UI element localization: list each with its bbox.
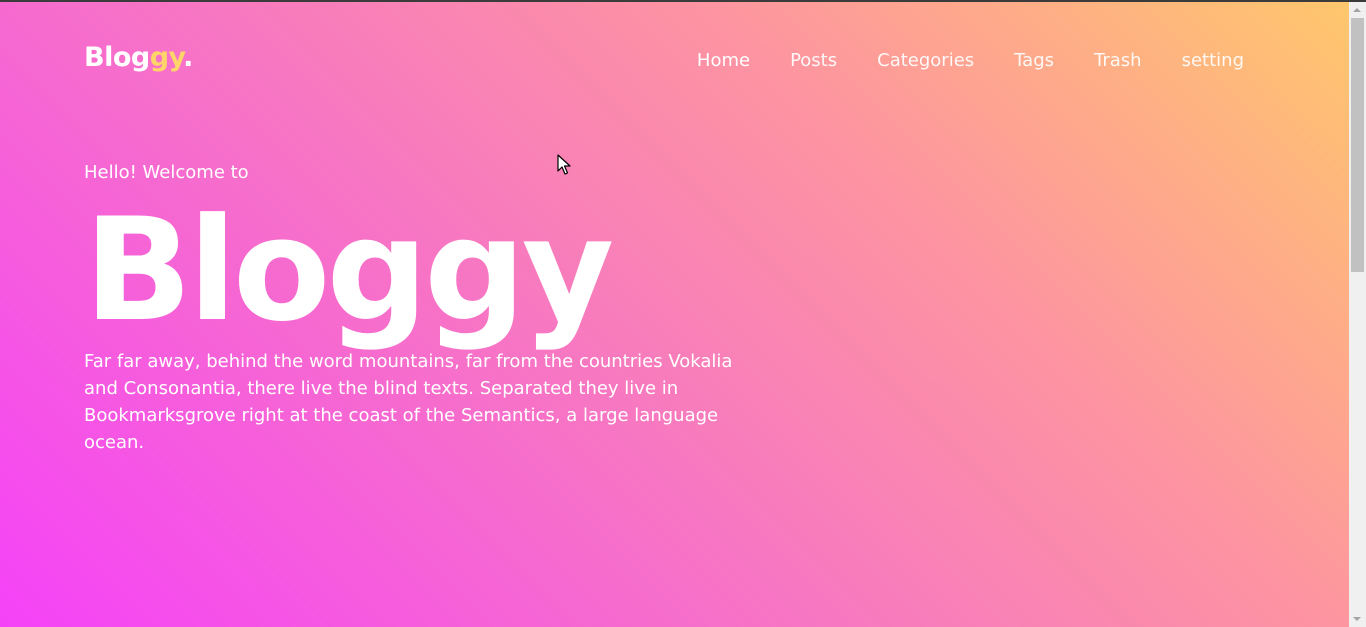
scroll-up-arrow-icon[interactable] xyxy=(1353,8,1361,12)
scroll-down-arrow-icon[interactable] xyxy=(1353,617,1361,621)
nav-tags[interactable]: Tags xyxy=(994,48,1074,74)
logo-text-accent: gy xyxy=(149,42,184,73)
hero-title: Bloggy xyxy=(84,188,614,353)
nav-categories[interactable]: Categories xyxy=(857,48,994,74)
logo-dot: . xyxy=(183,42,193,73)
nav-setting[interactable]: setting xyxy=(1162,48,1244,74)
main-nav: Home Posts Categories Tags Trash setting xyxy=(677,48,1244,74)
nav-home[interactable]: Home xyxy=(677,48,770,74)
logo-text-main: Blog xyxy=(84,42,150,73)
site-logo[interactable]: Bloggy. xyxy=(84,42,193,73)
hero-description: Far far away, behind the word mountains,… xyxy=(84,351,733,453)
nav-posts[interactable]: Posts xyxy=(770,48,857,74)
mouse-pointer-icon xyxy=(557,154,571,175)
nav-trash[interactable]: Trash xyxy=(1074,48,1162,74)
page-scrollbar[interactable] xyxy=(1349,2,1366,627)
hero-section: Bloggy. Home Posts Categories Tags Trash… xyxy=(0,2,1349,627)
scrollbar-thumb[interactable] xyxy=(1351,18,1364,272)
